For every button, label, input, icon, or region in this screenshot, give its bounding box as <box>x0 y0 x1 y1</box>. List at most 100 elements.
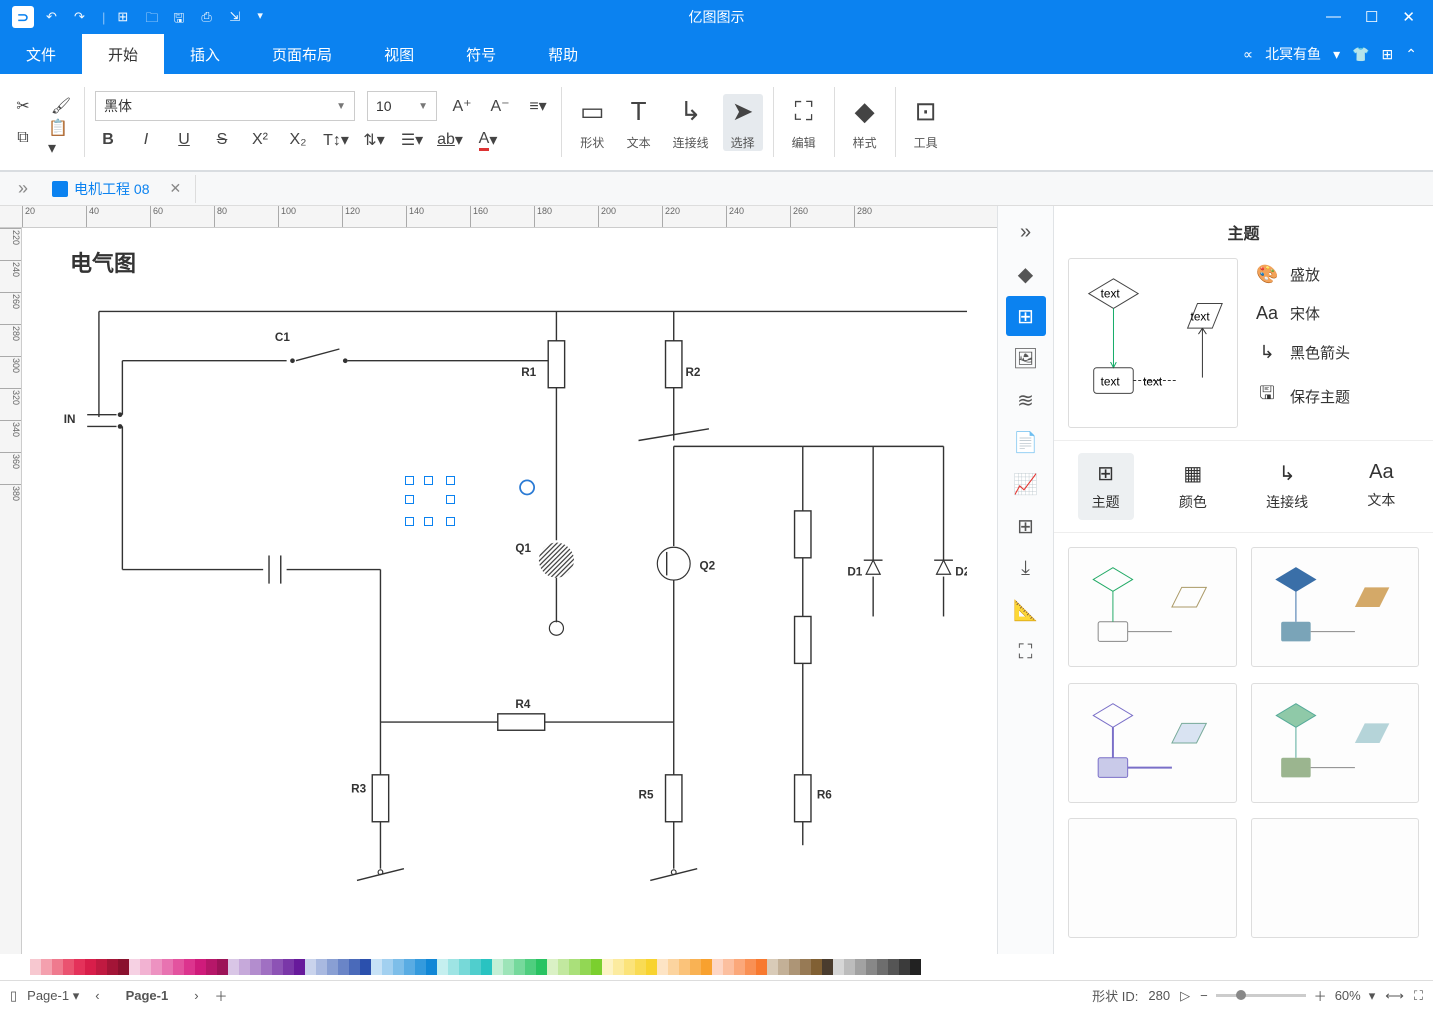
color-swatch[interactable] <box>459 959 470 975</box>
close-tab-icon[interactable]: ✕ <box>169 180 181 197</box>
next-page-icon[interactable]: › <box>194 988 198 1003</box>
expand-icon[interactable]: ⛶ <box>1006 632 1046 672</box>
color-swatch[interactable] <box>602 959 613 975</box>
prev-page-icon[interactable]: ‹ <box>95 988 99 1003</box>
color-swatch[interactable] <box>404 959 415 975</box>
color-swatch[interactable] <box>536 959 547 975</box>
font-size-combo[interactable]: 10▼ <box>367 91 437 121</box>
share-icon[interactable]: ∝ <box>1243 46 1253 63</box>
print-icon[interactable]: ⎙ <box>201 9 217 25</box>
chart-icon[interactable]: 📈 <box>1006 464 1046 504</box>
color-swatch[interactable] <box>74 959 85 975</box>
color-swatch[interactable] <box>877 959 888 975</box>
color-swatch[interactable] <box>327 959 338 975</box>
paste-icon[interactable]: 📋▾ <box>48 125 74 151</box>
decrease-font-icon[interactable]: A⁻ <box>487 93 513 119</box>
undo-icon[interactable]: ↶ <box>46 9 62 25</box>
color-swatch[interactable] <box>481 959 492 975</box>
color-swatch[interactable] <box>140 959 151 975</box>
menu-insert[interactable]: 插入 <box>164 34 246 74</box>
fit-width-icon[interactable]: ⟷ <box>1385 988 1404 1004</box>
panel-tab-text[interactable]: Aa文本 <box>1353 453 1409 520</box>
panel-tab-connector[interactable]: ↳连接线 <box>1252 453 1322 520</box>
theme-icon[interactable]: ⊞ <box>1006 296 1046 336</box>
theme-card[interactable] <box>1251 547 1420 667</box>
table-icon[interactable]: ⊞ <box>1006 506 1046 546</box>
theme-save-option[interactable]: 🖫保存主题 <box>1256 381 1419 411</box>
color-swatch[interactable] <box>844 959 855 975</box>
minimize-button[interactable]: ― <box>1326 8 1341 26</box>
menu-page-layout[interactable]: 页面布局 <box>246 34 358 74</box>
theme-card[interactable] <box>1068 683 1237 803</box>
color-swatch[interactable] <box>261 959 272 975</box>
color-swatch[interactable] <box>679 959 690 975</box>
color-swatch[interactable] <box>162 959 173 975</box>
color-swatch[interactable] <box>393 959 404 975</box>
color-swatch[interactable] <box>866 959 877 975</box>
color-swatch[interactable] <box>899 959 910 975</box>
color-swatch[interactable] <box>470 959 481 975</box>
color-swatch[interactable] <box>371 959 382 975</box>
bold-icon[interactable]: B <box>95 127 121 153</box>
color-swatch[interactable] <box>800 959 811 975</box>
copy-icon[interactable]: ⧉ <box>10 125 36 151</box>
color-swatch[interactable] <box>888 959 899 975</box>
color-swatch[interactable] <box>613 959 624 975</box>
collapse-ribbon-icon[interactable]: ⌃ <box>1405 46 1417 63</box>
edit-tool[interactable]: ⛶编辑 <box>784 94 824 151</box>
color-swatch[interactable] <box>822 959 833 975</box>
color-swatch[interactable] <box>811 959 822 975</box>
play-icon[interactable]: ▷ <box>1180 988 1190 1004</box>
color-swatch[interactable] <box>646 959 657 975</box>
color-swatch[interactable] <box>294 959 305 975</box>
selection-handles[interactable] <box>410 481 450 521</box>
color-swatch[interactable] <box>503 959 514 975</box>
color-swatch[interactable] <box>668 959 679 975</box>
color-swatch[interactable] <box>723 959 734 975</box>
color-swatch[interactable] <box>437 959 448 975</box>
color-swatch[interactable] <box>591 959 602 975</box>
close-button[interactable]: ✕ <box>1402 8 1415 26</box>
color-swatch[interactable] <box>107 959 118 975</box>
color-swatch[interactable] <box>129 959 140 975</box>
grid-icon[interactable]: ⊞ <box>1382 46 1394 63</box>
zoom-out-icon[interactable]: − <box>1200 988 1208 1003</box>
color-swatch[interactable] <box>173 959 184 975</box>
tshirt-icon[interactable]: 👕 <box>1352 46 1369 63</box>
color-swatch[interactable] <box>547 959 558 975</box>
connector-tool[interactable]: ↳连接线 <box>665 94 717 151</box>
cut-icon[interactable]: ✂ <box>10 93 36 119</box>
subscript-icon[interactable]: X₂ <box>285 127 311 153</box>
color-swatch[interactable] <box>316 959 327 975</box>
theme-card[interactable] <box>1068 547 1237 667</box>
color-swatch[interactable] <box>734 959 745 975</box>
color-swatch[interactable] <box>701 959 712 975</box>
color-swatch[interactable] <box>41 959 52 975</box>
line-height-icon[interactable]: ⇅▾ <box>361 127 387 153</box>
color-swatch[interactable] <box>910 959 921 975</box>
color-swatch[interactable] <box>382 959 393 975</box>
color-swatch[interactable] <box>360 959 371 975</box>
color-swatch[interactable] <box>52 959 63 975</box>
superscript-icon[interactable]: X² <box>247 127 273 153</box>
user-name[interactable]: 北冥有鱼 <box>1265 44 1321 64</box>
document-tab[interactable]: 电机工程 08 ✕ <box>38 175 196 203</box>
color-swatch[interactable] <box>228 959 239 975</box>
italic-icon[interactable]: I <box>133 127 159 153</box>
zoom-in-icon[interactable]: ＋ <box>1314 986 1327 1005</box>
color-swatch[interactable] <box>657 959 668 975</box>
color-swatch[interactable] <box>349 959 360 975</box>
color-swatch[interactable] <box>569 959 580 975</box>
add-page-icon[interactable]: ＋ <box>215 986 228 1005</box>
color-swatch[interactable] <box>426 959 437 975</box>
underline-icon[interactable]: U <box>171 127 197 153</box>
color-swatch[interactable] <box>624 959 635 975</box>
text-direction-icon[interactable]: T↕▾ <box>323 127 349 153</box>
new-icon[interactable]: ⊞ <box>117 9 133 25</box>
maximize-button[interactable]: ☐ <box>1365 8 1378 26</box>
color-swatch[interactable] <box>195 959 206 975</box>
font-name-combo[interactable]: 黑体▼ <box>95 91 355 121</box>
theme-color-option[interactable]: 🎨盛放 <box>1256 264 1419 285</box>
tools-button[interactable]: ⊡工具 <box>906 94 946 151</box>
page-list-icon[interactable]: ▯ <box>10 988 17 1004</box>
